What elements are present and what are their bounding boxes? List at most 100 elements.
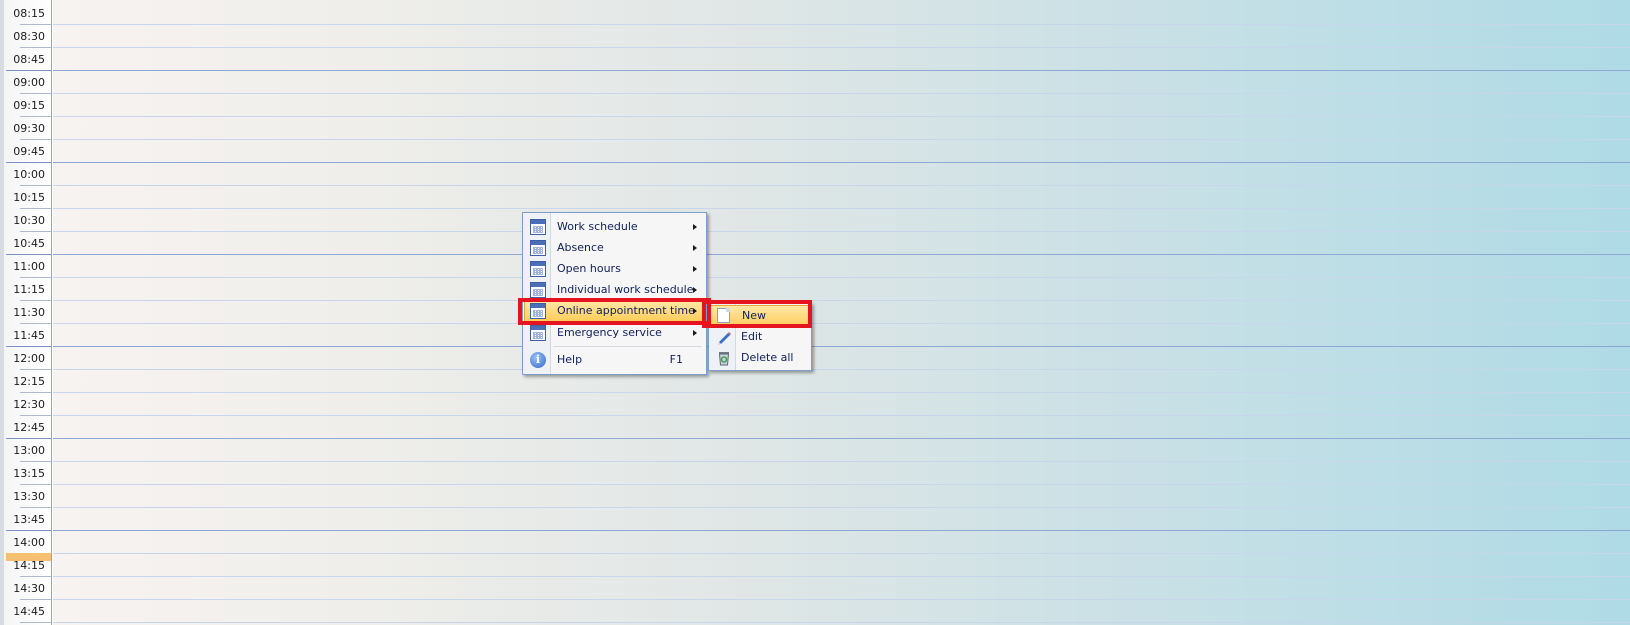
menu-item-label: Work schedule — [557, 220, 638, 233]
time-slot-label: 11:30 — [13, 306, 45, 319]
time-slot: 11:45 — [0, 324, 51, 347]
time-slot: 09:00 — [0, 71, 51, 94]
time-slot-label: 13:45 — [13, 513, 45, 526]
time-slot-label: 14:00 — [13, 536, 45, 549]
calendar-grid-line — [53, 254, 1630, 255]
time-slot: 11:15 — [0, 278, 51, 301]
time-slot-label: 14:15 — [13, 559, 45, 572]
submenu-arrow-icon — [693, 266, 697, 272]
menu-item-label: Open hours — [557, 262, 621, 275]
calendar-grid-line — [53, 369, 1630, 370]
time-slot-divider — [20, 622, 51, 623]
time-slot-label: 13:00 — [13, 444, 45, 457]
submenu-item-edit[interactable]: Edit — [710, 326, 810, 348]
time-slot: 11:00 — [0, 255, 51, 278]
time-slot: 14:15 — [0, 554, 51, 577]
calendar-grid-line — [53, 185, 1630, 186]
time-slot: 10:15 — [0, 186, 51, 209]
time-slot: 14:00 — [0, 531, 51, 561]
submenu-arrow-icon — [693, 330, 697, 336]
calendar-icon — [530, 240, 546, 256]
menu-item-label: Delete all — [741, 351, 794, 364]
submenu-arrow-icon — [693, 224, 697, 230]
time-slot-label: 10:00 — [13, 168, 45, 181]
menu-item-shortcut: F1 — [669, 353, 683, 366]
calendar-grid-line — [53, 300, 1630, 301]
calendar-grid-line — [53, 530, 1630, 531]
calendar-icon — [530, 261, 546, 277]
context-menu: Work schedule Absence Open hours Individ… — [522, 212, 707, 375]
time-slot-label: 13:15 — [13, 467, 45, 480]
calendar-grid-line — [53, 277, 1630, 278]
calendar-grid-line — [53, 507, 1630, 508]
calendar-grid-line — [53, 576, 1630, 577]
calendar-grid-line — [53, 438, 1630, 439]
time-slot: 14:45 — [0, 600, 51, 623]
time-slot-label: 14:30 — [13, 582, 45, 595]
calendar-grid-line — [53, 93, 1630, 94]
time-slot-label: 10:45 — [13, 237, 45, 250]
time-slot: 09:45 — [0, 140, 51, 163]
submenu-arrow-icon — [693, 245, 697, 251]
time-slot-label: 09:30 — [13, 122, 45, 135]
calendar-icon — [530, 282, 546, 298]
time-slot-label: 13:30 — [13, 490, 45, 503]
calendar-grid-line — [53, 116, 1630, 117]
calendar-grid-line — [53, 392, 1630, 393]
menu-item-label: Absence — [557, 241, 604, 254]
time-slot-label: 08:15 — [13, 7, 45, 20]
highlight-frame-new — [702, 300, 812, 328]
menu-item-absence[interactable]: Absence — [524, 237, 705, 259]
menu-item-label: Edit — [741, 330, 763, 343]
calendar-grid-line — [53, 553, 1630, 554]
time-slot: 14:30 — [0, 577, 51, 600]
calendar-grid-line — [53, 162, 1630, 163]
time-slot: 09:30 — [0, 117, 51, 140]
time-slot: 08:30 — [0, 25, 51, 48]
time-slot: 09:15 — [0, 94, 51, 117]
calendar-day-area[interactable] — [53, 0, 1630, 625]
help-info-icon: i — [530, 352, 546, 368]
menu-item-help[interactable]: i Help F1 — [524, 349, 705, 371]
calendar-grid-line — [53, 231, 1630, 232]
time-slot: 10:45 — [0, 232, 51, 255]
time-ruler: 08:15 08:30 08:45 09:00 09:15 09:30 09:45 10:00… — [0, 0, 52, 625]
time-slot: 12:45 — [0, 416, 51, 439]
menu-item-label: Help — [557, 353, 583, 366]
time-slot-label: 12:45 — [13, 421, 45, 434]
time-slot: 12:00 — [0, 347, 51, 370]
calendar-grid-line — [53, 461, 1630, 462]
menu-item-label: Emergency service — [557, 326, 662, 339]
time-slot-label: 09:45 — [13, 145, 45, 158]
time-slot-label: 08:45 — [13, 53, 45, 66]
calendar-grid-line — [53, 323, 1630, 324]
submenu-item-delete-all[interactable]: Delete all — [710, 347, 810, 369]
calendar-grid-line — [53, 139, 1630, 140]
time-slot: 08:15 — [0, 2, 51, 25]
calendar-grid-line — [53, 599, 1630, 600]
calendar-grid-line — [53, 346, 1630, 347]
calendar-grid-line — [53, 622, 1630, 623]
time-slot: 13:30 — [0, 485, 51, 508]
menu-item-open-hours[interactable]: Open hours — [524, 258, 705, 280]
time-slot-label: 08:30 — [13, 30, 45, 43]
calendar-grid-line — [53, 24, 1630, 25]
time-slot-label: 11:45 — [13, 329, 45, 342]
time-slot-label: 09:00 — [13, 76, 45, 89]
time-slot: 13:00 — [0, 439, 51, 462]
scheduler-view: 08:15 08:30 08:45 09:00 09:15 09:30 09:45 10:00… — [0, 0, 1630, 625]
time-slot: 10:00 — [0, 163, 51, 186]
time-slot-label: 10:15 — [13, 191, 45, 204]
calendar-grid-line — [53, 70, 1630, 71]
pencil-icon — [716, 329, 732, 345]
menu-item-work-schedule[interactable]: Work schedule — [524, 216, 705, 238]
calendar-grid-line — [53, 208, 1630, 209]
calendar-grid-line — [53, 484, 1630, 485]
time-slot-label: 12:30 — [13, 398, 45, 411]
time-slot-label: 11:00 — [13, 260, 45, 273]
menu-item-emergency-service[interactable]: Emergency service — [524, 322, 705, 344]
time-slot-label: 12:15 — [13, 375, 45, 388]
calendar-icon — [530, 219, 546, 235]
calendar-grid-line — [53, 415, 1630, 416]
time-slot: 12:15 — [0, 370, 51, 393]
